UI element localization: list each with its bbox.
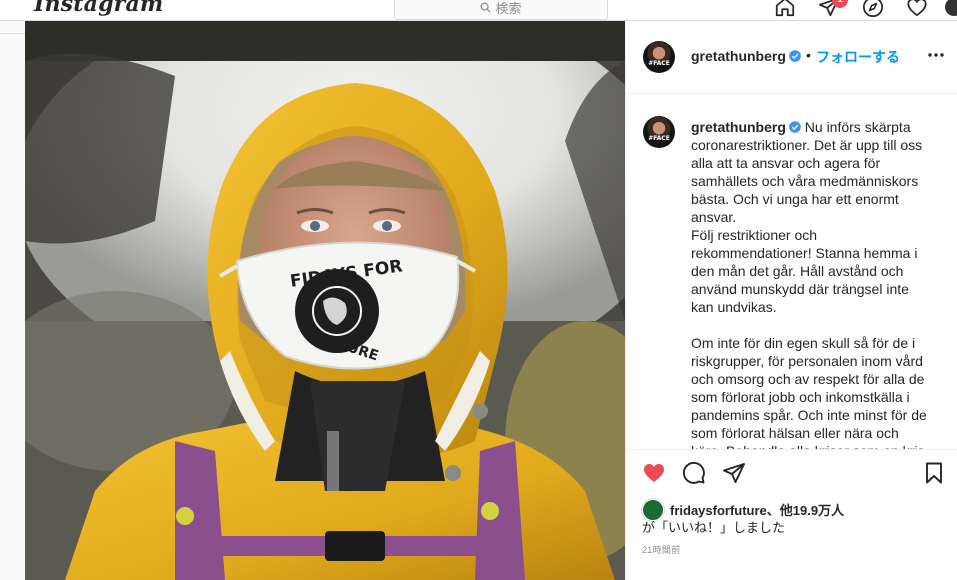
explore-icon[interactable] <box>861 0 885 19</box>
post-panel: #FACE gretathunberg • フォローする #FACE greta… <box>625 21 957 580</box>
caption-avatar[interactable]: #FACE <box>643 116 675 148</box>
like-heart-icon[interactable] <box>642 461 668 487</box>
actions-divider <box>626 449 957 450</box>
instagram-logo[interactable]: Instagram <box>34 0 163 17</box>
top-nav: Instagram 検索 1 <box>0 0 957 20</box>
likes-summary: fridaysforfuture、他19.9万人 が「いいね！」しました <box>642 498 952 538</box>
likes-count[interactable]: 、他19.9万人 <box>767 503 844 518</box>
post-timestamp[interactable]: 21時間前 <box>642 543 681 556</box>
separator-dot: • <box>806 47 811 63</box>
verified-badge-icon <box>789 50 801 62</box>
search-placeholder: 検索 <box>495 0 522 16</box>
author-avatar[interactable]: #FACE <box>643 41 675 73</box>
caption-verified-icon <box>789 121 801 133</box>
direct-icon[interactable]: 1 <box>817 0 848 19</box>
post-image: FIDAYS FOR FUTURE <box>25 21 625 580</box>
nav-icons: 1 <box>753 0 957 19</box>
action-bar <box>626 461 957 491</box>
more-options-icon[interactable] <box>926 47 946 63</box>
caption-avatar-tag: #FACE <box>648 135 670 142</box>
share-icon[interactable] <box>722 461 748 487</box>
caption-body: Nu införs skärpta coronarestriktioner. D… <box>691 119 928 449</box>
post-header: #FACE gretathunberg • フォローする <box>626 21 957 94</box>
save-bookmark-icon[interactable] <box>922 461 948 487</box>
search-icon <box>480 2 491 13</box>
likes-line-2: が「いいね！」しました <box>642 520 786 535</box>
caption-area: #FACE gretathunberg Nu införs skärpta co… <box>626 94 957 449</box>
author-username[interactable]: gretathunberg <box>691 48 786 64</box>
caption-username[interactable]: gretathunberg <box>691 119 786 135</box>
page-background <box>0 21 25 580</box>
activity-heart-icon[interactable] <box>905 0 929 19</box>
author-name-wrap: gretathunberg <box>691 48 801 66</box>
follow-button[interactable]: フォローする <box>816 47 900 67</box>
liker-name[interactable]: fridaysforfuture <box>670 503 767 518</box>
search-box[interactable]: 検索 <box>394 0 608 20</box>
caption-text: gretathunberg Nu införs skärpta coronare… <box>691 118 929 449</box>
profile-avatar[interactable] <box>945 0 957 16</box>
comment-icon[interactable] <box>682 461 708 487</box>
home-icon[interactable] <box>773 0 797 19</box>
post-photo[interactable]: FIDAYS FOR FUTURE <box>25 21 625 580</box>
avatar-tag: #FACE <box>648 60 670 67</box>
